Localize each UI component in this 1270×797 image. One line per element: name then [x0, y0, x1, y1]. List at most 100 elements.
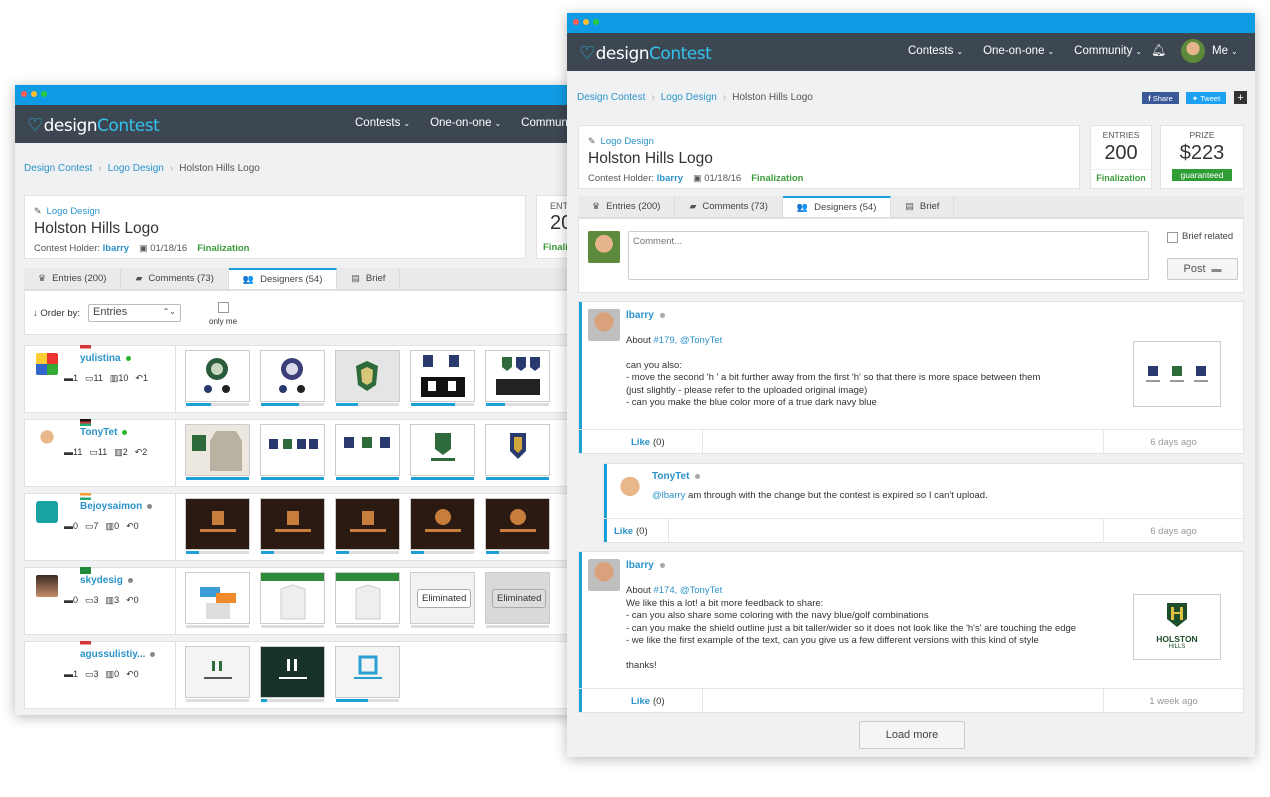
entry-thumbnail[interactable] — [410, 498, 475, 554]
author-name[interactable]: lbarry — [626, 310, 665, 321]
add-share-button[interactable]: + — [1234, 91, 1247, 104]
breadcrumb-link[interactable]: Design Contest — [24, 163, 92, 174]
designer-avatar[interactable] — [36, 575, 58, 597]
breadcrumb-link[interactable]: Design Contest — [577, 92, 645, 103]
post-button[interactable]: Post ▬ — [1167, 258, 1238, 280]
entry-thumbnail[interactable] — [485, 424, 550, 480]
maximize-dot[interactable] — [41, 91, 47, 97]
category-link[interactable]: Logo Design — [601, 136, 654, 147]
author-name[interactable]: TonyTet — [652, 471, 701, 482]
like-button[interactable]: Like (0) — [604, 519, 648, 543]
book-icon: ▤ — [905, 201, 914, 211]
holder-label: Contest Holder: — [588, 173, 655, 184]
minimize-dot[interactable] — [31, 91, 37, 97]
entry-thumbnail[interactable] — [335, 498, 400, 554]
tab-brief[interactable]: ▤ Brief — [891, 196, 955, 217]
breadcrumb-link[interactable]: Logo Design — [661, 92, 717, 103]
nav-community[interactable]: Community ⌄ — [1074, 45, 1142, 57]
author-avatar[interactable] — [614, 472, 646, 504]
designer-avatar[interactable] — [36, 427, 58, 449]
entry-thumbnail[interactable] — [185, 424, 250, 480]
designer-avatar[interactable] — [36, 353, 58, 375]
entry-thumbnail[interactable] — [335, 350, 400, 406]
nav-me[interactable]: Me ⌄ — [1212, 45, 1238, 57]
only-me-checkbox[interactable] — [218, 302, 229, 313]
holder-link[interactable]: lbarry — [657, 173, 683, 184]
entry-thumbnail[interactable] — [185, 350, 250, 406]
entry-thumbnail[interactable] — [260, 350, 325, 406]
designer-avatar[interactable] — [36, 649, 58, 671]
nav-one-on-one[interactable]: One-on-one ⌄ — [430, 117, 501, 129]
minimize-dot[interactable] — [583, 19, 589, 25]
entry-thumbnail[interactable] — [410, 424, 475, 480]
sort-arrow-icon: ↓ — [33, 308, 38, 319]
nav-contests[interactable]: Contests ⌄ — [908, 45, 963, 57]
maximize-dot[interactable] — [593, 19, 599, 25]
about-links[interactable]: #174, @TonyTet — [653, 585, 722, 596]
attachment-thumbnail[interactable]: HOLSTON HILLS — [1133, 594, 1221, 660]
entry-thumbnail[interactable] — [260, 646, 325, 702]
flag-icon — [80, 641, 91, 648]
author-avatar[interactable] — [588, 309, 620, 341]
nav-community[interactable]: Communit — [521, 117, 573, 129]
tab-entries[interactable]: ♛ Entries (200) — [24, 268, 122, 289]
facebook-share-button[interactable]: f Share — [1142, 92, 1179, 104]
designcontest-logo[interactable]: ♡ design Contest — [27, 115, 160, 136]
entry-thumbnail[interactable] — [335, 424, 400, 480]
attachment-thumbnail[interactable] — [1133, 341, 1221, 407]
tab-comments[interactable]: ▰ Comments (73) — [121, 268, 229, 289]
logo-text-contest: Contest — [97, 115, 160, 136]
twitter-tweet-button[interactable]: ✦ Tweet — [1186, 92, 1226, 104]
order-select[interactable]: Entries ⌃⌄ — [88, 304, 181, 322]
designer-avatar[interactable] — [36, 501, 58, 523]
like-button[interactable]: Like (0) — [619, 430, 703, 454]
close-dot[interactable] — [573, 19, 579, 25]
entry-thumbnail[interactable] — [260, 572, 325, 628]
designer-name[interactable]: Bejoysaimon — [80, 501, 153, 512]
entry-thumbnail[interactable]: Eliminated — [485, 572, 550, 628]
designer-name[interactable]: yulistina — [80, 353, 131, 364]
user-avatar[interactable] — [1181, 39, 1205, 63]
designer-stats: ▬1 ▭3 ▥0 ↶0 — [64, 669, 139, 679]
entry-thumbnail[interactable] — [185, 572, 250, 628]
designcontest-logo[interactable]: ♡ design Contest — [579, 43, 712, 64]
entry-thumbnail[interactable] — [335, 646, 400, 702]
entry-thumbnail[interactable] — [335, 572, 400, 628]
entry-thumbnail[interactable] — [485, 498, 550, 554]
tab-comments[interactable]: ▰ Comments (73) — [675, 196, 783, 217]
load-more-button[interactable]: Load more — [859, 721, 965, 749]
entries-icon: ▭ — [85, 521, 94, 531]
tab-designers[interactable]: 👥 Designers (54) — [782, 196, 892, 217]
undo-icon: ↶ — [135, 373, 143, 383]
breadcrumb-link[interactable]: Logo Design — [108, 163, 164, 174]
like-button[interactable]: Like (0) — [619, 689, 703, 713]
designer-name[interactable]: TonyTet — [80, 427, 128, 438]
nav-one-on-one[interactable]: One-on-one ⌄ — [983, 45, 1054, 57]
designer-name[interactable]: agussulistiy... — [80, 649, 156, 660]
entry-thumbnail[interactable] — [485, 350, 550, 406]
author-avatar[interactable] — [588, 559, 620, 591]
author-name[interactable]: lbarry — [626, 560, 665, 571]
designer-name[interactable]: skydesig — [80, 575, 133, 586]
tab-brief[interactable]: ▤ Brief — [337, 268, 401, 289]
tab-entries[interactable]: ♛ Entries (200) — [578, 196, 676, 217]
entry-thumbnail[interactable] — [410, 350, 475, 406]
mention-link[interactable]: @lbarry — [652, 490, 685, 501]
entry-thumbnail[interactable]: Eliminated — [410, 572, 475, 628]
comment-line — [626, 648, 1106, 660]
entry-thumbnail[interactable] — [185, 498, 250, 554]
comment-input[interactable] — [628, 231, 1149, 280]
entry-thumbnail[interactable] — [185, 646, 250, 702]
about-links[interactable]: #179, @TonyTet — [653, 335, 722, 346]
holder-link[interactable]: lbarry — [103, 243, 129, 254]
close-dot[interactable] — [21, 91, 27, 97]
tab-designers[interactable]: 👥 Designers (54) — [228, 268, 338, 289]
bell-icon[interactable]: 🔔︎ — [1151, 43, 1166, 57]
entry-thumbnail[interactable] — [260, 498, 325, 554]
brief-related-checkbox[interactable] — [1167, 232, 1178, 243]
category-link[interactable]: Logo Design — [47, 206, 100, 217]
comment-line: - can you make the blue color more of a … — [626, 397, 877, 408]
entry-thumbnail[interactable] — [260, 424, 325, 480]
nav-contests[interactable]: Contests ⌄ — [355, 117, 410, 129]
chevron-down-icon: ⌃⌄ — [162, 307, 176, 316]
